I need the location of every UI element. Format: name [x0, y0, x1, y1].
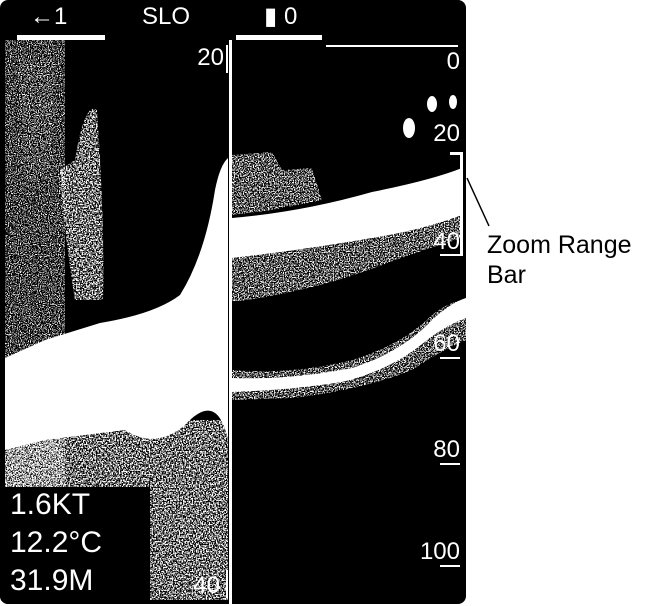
depth-tick-60	[440, 357, 460, 359]
fish-echo	[403, 118, 415, 138]
picture-advance-mode: SLO	[142, 3, 191, 30]
readout-panel: 1.6KT 12.2°C 31.9M	[0, 487, 150, 604]
depth-label-0: 0	[446, 48, 460, 75]
speed-readout: 1.6KT	[10, 488, 91, 521]
zoom-range-bar-callout-line	[466, 177, 490, 227]
fish-school	[232, 152, 322, 215]
depth-tick-40	[440, 254, 460, 256]
depth-label-60: 60	[433, 330, 460, 357]
callout-label-line2: Bar	[487, 261, 526, 289]
marker-icon: ▮	[264, 3, 278, 30]
water-temperature-readout: 12.2°C	[10, 526, 103, 559]
depth-label-80: 80	[433, 436, 460, 463]
zoom-bottom-tick	[226, 570, 228, 598]
marker-indicator: 0	[284, 3, 298, 30]
depth-label-40: 40	[433, 228, 460, 255]
zoom-range-top-label: 20	[197, 44, 224, 71]
zoom-range-bar	[460, 152, 463, 256]
zoom-range-bottom-label: 40	[193, 572, 220, 599]
normal-echo-image	[232, 95, 466, 400]
fish-echo	[449, 95, 457, 109]
zoom-range-bar-top	[450, 152, 463, 155]
depth-tick-80	[440, 463, 460, 465]
normal-echogram-pane: 0 20 40 60 80 100	[232, 40, 466, 604]
zoom-top-tick	[226, 45, 228, 73]
depth-readout: 31.9M	[10, 564, 94, 597]
fish-school	[60, 108, 104, 300]
echogram-display: ←1 SLO ▮ 0 20 40 0 20 40 60 80 100 1.6KT…	[0, 0, 466, 604]
fish-echo	[427, 96, 437, 112]
depth-tick-100	[440, 565, 460, 567]
depth-label-100: 100	[419, 538, 460, 565]
callout-label-line1: Zoom Range	[487, 231, 632, 259]
zoom-shift-indicator: ←1	[30, 3, 68, 30]
depth-label-20: 20	[433, 120, 460, 147]
